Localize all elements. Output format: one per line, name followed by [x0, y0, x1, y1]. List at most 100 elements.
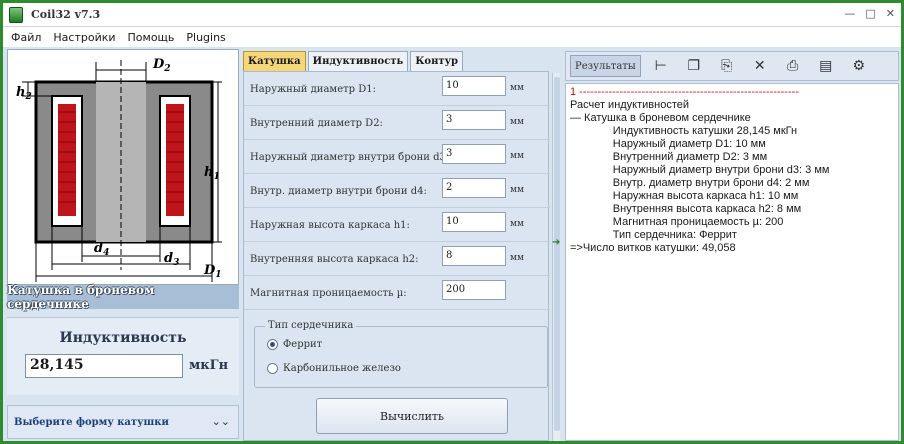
field-input-h2[interactable]: 8 — [442, 246, 506, 266]
radio-carbonyl-iron[interactable]: Карбонильное железо — [267, 363, 401, 374]
label-h1-sub: 1 — [213, 172, 219, 182]
shape-selector[interactable]: Выберите форму катушки ⌄⌄ — [7, 405, 239, 439]
panel-arrow-icon[interactable]: ➔ — [552, 237, 560, 248]
result-line: Индуктивность катушки 28,145 мкГн — [570, 125, 798, 137]
core-type-group: Тип сердечника Феррит Карбонильное желез… — [254, 320, 548, 388]
label-d3: d — [164, 251, 173, 266]
label-d4: d — [94, 241, 103, 256]
field-input-D2[interactable]: 3 — [442, 110, 506, 130]
shape-selector-label: Выберите форму катушки — [14, 416, 169, 428]
field-label: Наружный диаметр внутри брони d3: — [250, 152, 450, 163]
field-label: Внутренний диаметр D2: — [250, 118, 383, 129]
field-unit: мм — [510, 253, 525, 263]
field-unit: мм — [510, 151, 525, 161]
radio-carbonyl-iron-dot[interactable] — [267, 363, 278, 374]
result-line: 1 --------------------------------------… — [570, 86, 799, 98]
window-title: Coil32 v7.3 — [31, 8, 101, 21]
input-scrollbar[interactable] — [552, 73, 560, 441]
app-window: Coil32 v7.3 — □ ✕ Файл Настройки Помощь … — [0, 0, 904, 444]
svg-text:d3: d3 — [164, 251, 179, 268]
label-D2: D — [152, 57, 165, 72]
result-line: Внутр. диаметр внутри брони d4: 2 мм — [570, 177, 810, 189]
label-d4-sub: 4 — [103, 248, 109, 258]
results-panel: Результаты ⊢ ❐ ⎘ ✕ ⎙ ▤ ⚙ 1 -------------… — [565, 49, 899, 441]
pot-core-drawing: D2 h2 h1 d4 d3 D1 — [16, 57, 222, 282]
label-d3-sub: 3 — [173, 258, 179, 268]
coil-diagram: D2 h2 h1 d4 d3 D1 — [7, 49, 239, 285]
label-h2: h — [16, 85, 25, 100]
clear-icon[interactable]: ✕ — [747, 53, 773, 79]
maximize-button[interactable]: □ — [865, 7, 875, 20]
field-row-D2: Внутренний диаметр D2: 3 мм — [244, 106, 550, 140]
inductance-value-field[interactable]: 28,145 — [25, 354, 183, 378]
tab-body: Наружный диаметр D1: 10 мм Внутренний ди… — [243, 71, 550, 441]
svg-text:h1: h1 — [204, 165, 220, 182]
inductance-title: Индуктивность — [59, 330, 187, 346]
paste-icon[interactable]: ⎘ — [714, 53, 740, 79]
svg-text:D2: D2 — [152, 57, 171, 74]
menu-file[interactable]: Файл — [11, 31, 41, 44]
label-h1: h — [204, 165, 213, 180]
field-label: Наружный диаметр D1: — [250, 84, 376, 95]
field-row-d4: Внутр. диаметр внутри брони d4: 2 мм — [244, 174, 550, 208]
result-line: Расчет индуктивностей — [570, 99, 690, 111]
inductance-box: Индуктивность 28,145 мкГн — [7, 317, 239, 395]
coil-type-caption-bar: Катушка в броневом сердечнике — [7, 283, 239, 311]
field-input-D1[interactable]: 10 — [442, 76, 506, 96]
settings-icon[interactable]: ⚙ — [846, 53, 872, 79]
results-output[interactable]: 1 --------------------------------------… — [565, 83, 899, 441]
app-logo-icon — [9, 6, 23, 23]
result-line: Наружный диаметр D1: 10 мм — [570, 138, 766, 150]
field-row-D1: Наружный диаметр D1: 10 мм — [244, 72, 550, 106]
label-D2-sub: 2 — [163, 64, 170, 74]
field-row-h2: Внутренняя высота каркаса h2: 8 мм — [244, 242, 550, 276]
result-line: Наружный диаметр внутри брони d3: 3 мм — [570, 164, 830, 176]
title-bar: Coil32 v7.3 — □ ✕ — [3, 3, 901, 27]
field-label: Магнитная проницаемость µ: — [250, 288, 407, 299]
field-input-d3[interactable]: 3 — [442, 144, 506, 164]
tree-icon[interactable]: ⊢ — [648, 53, 674, 79]
label-h2-sub: 2 — [24, 92, 31, 102]
minimize-button[interactable]: — — [844, 7, 855, 20]
radio-ferrite-dot[interactable] — [267, 339, 278, 350]
main-content: D2 h2 h1 d4 d3 D1 Катушка в броневом сер… — [3, 47, 901, 441]
menu-help[interactable]: Помощь — [128, 31, 175, 44]
field-label: Внутренняя высота каркаса h2: — [250, 254, 419, 265]
print-icon[interactable]: ⎙ — [780, 53, 806, 79]
menu-settings[interactable]: Настройки — [53, 31, 115, 44]
field-label: Наружная высота каркаса h1: — [250, 220, 410, 231]
result-line: Внутренняя высота каркаса h2: 8 мм — [570, 203, 802, 215]
tab-coil[interactable]: Катушка — [243, 51, 306, 71]
menu-bar: Файл Настройки Помощь Plugins — [3, 27, 901, 47]
calculate-button[interactable]: Вычислить — [316, 398, 508, 434]
field-unit: мм — [510, 185, 525, 195]
menu-plugins[interactable]: Plugins — [186, 31, 225, 44]
tab-circuit[interactable]: Контур — [410, 51, 463, 71]
scrollbar-thumb[interactable] — [554, 77, 560, 431]
field-input-h1[interactable]: 10 — [442, 212, 506, 232]
field-row-h1: Наружная высота каркаса h1: 10 мм — [244, 208, 550, 242]
copy-icon[interactable]: ❐ — [681, 53, 707, 79]
field-unit: мм — [510, 117, 525, 127]
label-D1: D — [203, 263, 216, 278]
field-input-permeability[interactable]: 200 — [442, 280, 506, 300]
field-input-d4[interactable]: 2 — [442, 178, 506, 198]
table-icon[interactable]: ▤ — [813, 53, 839, 79]
tab-inductance[interactable]: Индуктивность — [307, 51, 409, 71]
field-unit: мм — [510, 83, 525, 93]
label-D1-sub: 1 — [215, 270, 221, 280]
coil-type-caption: Катушка в броневом сердечнике — [7, 283, 155, 311]
radio-ferrite-label: Феррит — [283, 339, 323, 350]
input-tabs: Катушка Индуктивность Контур — [243, 51, 463, 73]
input-panel: Катушка Индуктивность Контур Наружный ди… — [243, 49, 561, 441]
radio-ferrite[interactable]: Феррит — [267, 339, 322, 350]
double-chevron-down-icon[interactable]: ⌄⌄ — [212, 415, 230, 428]
result-line: Магнитная проницаемость µ: 200 — [570, 216, 784, 228]
field-label: Внутр. диаметр внутри брони d4: — [250, 186, 427, 197]
result-line: Наружная высота каркаса h1: 10 мм — [570, 190, 799, 202]
close-button[interactable]: ✕ — [886, 7, 895, 20]
core-type-legend: Тип сердечника — [265, 320, 357, 331]
tab-results[interactable]: Результаты — [570, 55, 641, 77]
inductance-unit: мкГн — [189, 358, 229, 373]
field-unit: мм — [510, 219, 525, 229]
